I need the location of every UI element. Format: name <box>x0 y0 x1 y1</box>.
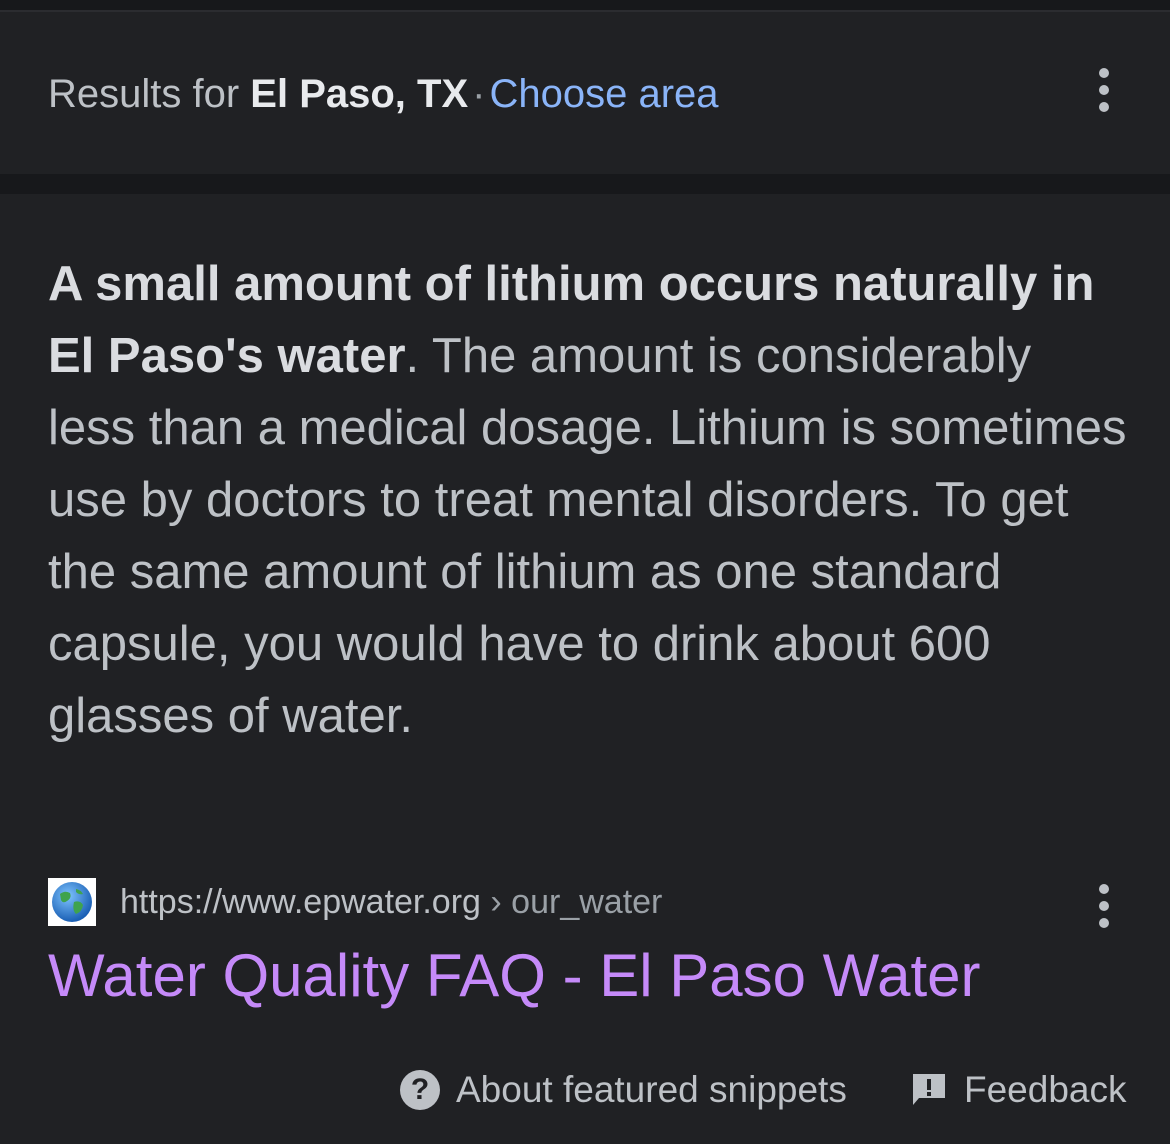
globe-icon <box>48 878 96 926</box>
source-url[interactable]: https://www.epwater.org › our_water <box>120 883 662 922</box>
location-text: Results for El Paso, TX · Choose area <box>48 70 719 118</box>
section-divider <box>0 174 1170 194</box>
feedback-link[interactable]: Feedback <box>910 1066 1127 1114</box>
help-icon: ? <box>400 1070 440 1110</box>
top-border <box>0 0 1170 12</box>
choose-area-link[interactable]: Choose area <box>489 72 718 116</box>
result-title-link[interactable]: Water Quality FAQ - El Paso Water <box>48 940 980 1012</box>
about-featured-snippets-link[interactable]: ? About featured snippets <box>400 1066 847 1114</box>
location-bar: Results for El Paso, TX · Choose area <box>0 12 1170 174</box>
source-breadcrumb: › our_water <box>490 882 663 921</box>
location-name: El Paso, TX <box>250 72 469 116</box>
feedback-label: Feedback <box>964 1069 1127 1110</box>
about-featured-snippets-label: About featured snippets <box>456 1069 847 1110</box>
search-results-page: Results for El Paso, TX · Choose area A sm… <box>0 0 1170 1144</box>
snippet-body: . The amount is considerably less than a… <box>48 329 1127 743</box>
location-separator: · <box>472 72 486 116</box>
result-more-options-icon[interactable] <box>1084 876 1124 936</box>
source-row[interactable]: https://www.epwater.org › our_water <box>48 876 662 928</box>
source-domain: https://www.epwater.org <box>120 882 481 921</box>
location-prefix: Results for <box>48 72 240 116</box>
feedback-icon <box>910 1071 948 1109</box>
location-more-options-icon[interactable] <box>1084 60 1124 120</box>
featured-snippet-text: A small amount of lithium occurs natural… <box>48 248 1128 752</box>
